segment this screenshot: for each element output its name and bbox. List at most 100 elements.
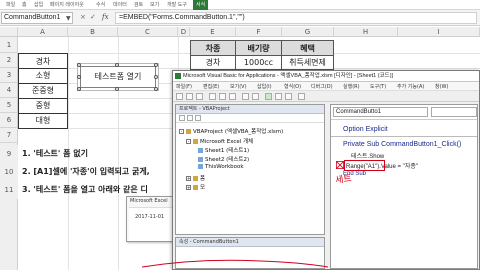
cell-a[interactable]: 소형 <box>18 69 68 84</box>
tab-data[interactable]: 데이터 <box>113 1 127 8</box>
menu-format[interactable]: 형식(O) <box>284 83 301 90</box>
toggle-folders-icon[interactable] <box>195 115 201 121</box>
expand-icon[interactable]: + <box>186 185 191 190</box>
row-header[interactable]: 1 <box>0 37 18 53</box>
column-header[interactable]: F <box>236 27 282 37</box>
column-header[interactable]: H <box>334 27 398 37</box>
row-header[interactable]: 10 <box>0 163 18 181</box>
paste-icon[interactable] <box>229 93 236 100</box>
table-header[interactable]: 차종 <box>190 40 236 56</box>
cancel-icon[interactable]: × <box>80 13 86 21</box>
collapse-icon[interactable]: - <box>186 139 191 144</box>
check-icon[interactable]: ✓ <box>90 13 96 21</box>
pause-icon[interactable] <box>275 93 282 100</box>
resize-handle[interactable] <box>77 87 81 91</box>
menu-tools[interactable]: 도구(T) <box>370 83 386 90</box>
column-header[interactable]: A <box>18 27 68 37</box>
row-header[interactable]: 4 <box>0 83 18 98</box>
tab-insert[interactable]: 삽입 <box>34 1 43 8</box>
column-header[interactable]: D <box>178 27 190 37</box>
collapse-icon[interactable]: - <box>179 129 184 134</box>
view-object-icon[interactable] <box>187 115 193 121</box>
tab-file[interactable]: 파일 <box>6 1 15 8</box>
folder-icon <box>193 139 198 144</box>
row-header[interactable]: 5 <box>0 98 18 113</box>
redo-icon[interactable] <box>252 93 259 100</box>
table-cell[interactable]: 1000cc <box>235 56 282 70</box>
resize-handle[interactable] <box>154 87 158 91</box>
column-header[interactable]: G <box>282 27 334 37</box>
tree-item-sheet1[interactable]: Sheet1 (테스트1) <box>198 146 249 154</box>
table-cell[interactable]: 취득세면제 <box>281 56 334 70</box>
stop-icon[interactable] <box>285 93 292 100</box>
tree-item-forms[interactable]: + 폼 <box>186 174 205 182</box>
resize-handle[interactable] <box>115 63 119 67</box>
function-icon[interactable]: fx <box>102 13 109 21</box>
cell-a[interactable]: 경차 <box>18 53 68 69</box>
tree-item-modules[interactable]: + 모 <box>186 183 205 191</box>
name-box[interactable]: CommandButton1 <box>1 12 73 24</box>
cell-a[interactable]: 대형 <box>18 114 68 129</box>
tab-developer[interactable]: 개발 도구 <box>167 1 187 8</box>
tree-item-workbook[interactable]: ThisWorkbook <box>198 164 244 170</box>
menu-run[interactable]: 실행(R) <box>343 83 360 90</box>
code-editor[interactable]: Option Explicit Private Sub CommandButto… <box>331 119 477 268</box>
insert-icon[interactable] <box>186 93 193 100</box>
row-header[interactable]: 11 <box>0 181 18 199</box>
resize-handle[interactable] <box>115 87 119 91</box>
row-header[interactable]: 9 <box>0 145 18 163</box>
table-header[interactable]: 혜택 <box>281 40 334 56</box>
vba-menu-bar: 파일(F) 편집(E) 보기(V) 삽입(I) 형식(O) 디버그(D) 실행(… <box>173 82 479 91</box>
menu-addins[interactable]: 추가 기능(A) <box>397 83 424 90</box>
instruction-line: 2. [A1]셀에 '자종'이 입력되고 굵게, <box>22 167 150 176</box>
menu-edit[interactable]: 편집(E) <box>203 83 219 90</box>
cell-a[interactable]: 준중형 <box>18 84 68 99</box>
row-header[interactable]: 2 <box>0 53 18 68</box>
column-header[interactable]: E <box>190 27 236 37</box>
row-header[interactable]: 7 <box>0 128 18 143</box>
menu-file[interactable]: 파일(F) <box>176 83 192 90</box>
object-combo[interactable]: CommandButto1 <box>333 107 428 117</box>
tree-item-sheet2[interactable]: Sheet2 (테스트2) <box>198 155 249 163</box>
resize-handle[interactable] <box>77 63 81 67</box>
resize-handle[interactable] <box>77 75 81 79</box>
chevron-down-icon[interactable]: ▼ <box>66 15 71 22</box>
tab-view[interactable]: 보기 <box>150 1 159 8</box>
undo-icon[interactable] <box>242 93 249 100</box>
excel-icon[interactable] <box>176 93 183 100</box>
design-mode-icon[interactable] <box>298 93 305 100</box>
open-test-form-button[interactable]: 테스트폼 열기 <box>80 66 156 88</box>
copy-icon[interactable] <box>219 93 226 100</box>
column-header[interactable]: B <box>68 27 118 37</box>
menu-debug[interactable]: 디버그(D) <box>311 83 333 90</box>
tree-item-folder[interactable]: - Microsoft Excel 개체 <box>186 137 253 145</box>
row-header[interactable]: 3 <box>0 68 18 83</box>
tab-home[interactable]: 홈 <box>22 1 27 8</box>
table-header[interactable]: 배기량 <box>235 40 282 56</box>
table-cell[interactable]: 경차 <box>190 56 236 70</box>
folder-icon <box>193 176 198 181</box>
cut-icon[interactable] <box>209 93 216 100</box>
menu-view[interactable]: 보기(V) <box>230 83 247 90</box>
tab-page-layout[interactable]: 페이지 레이아웃 <box>50 1 84 8</box>
tab-format[interactable]: 서식 <box>193 0 209 10</box>
select-all-corner[interactable] <box>0 27 18 37</box>
column-header[interactable]: I <box>398 27 480 37</box>
procedure-combo[interactable] <box>431 107 477 117</box>
tab-review[interactable]: 검토 <box>134 1 143 8</box>
cell-a[interactable]: 중형 <box>18 99 68 114</box>
column-header[interactable]: C <box>118 27 178 37</box>
save-icon[interactable] <box>196 93 203 100</box>
row-header[interactable]: 6 <box>0 113 18 128</box>
resize-handle[interactable] <box>154 75 158 79</box>
menu-window[interactable]: 창(W) <box>435 83 448 90</box>
formula-input[interactable]: =EMBED("Forms.CommandButton.1","") <box>115 12 477 24</box>
tree-item-project[interactable]: - VBAProject (엑셀VBA_폼작업.xlsm) <box>179 127 283 135</box>
tab-formulas[interactable]: 수식 <box>96 1 105 8</box>
resize-handle[interactable] <box>154 63 158 67</box>
expand-icon[interactable]: + <box>186 176 191 181</box>
vba-editor-title-text: Microsoft Visual Basic for Applications … <box>183 73 394 79</box>
view-code-icon[interactable] <box>179 115 185 121</box>
run-icon[interactable] <box>265 93 272 100</box>
menu-insert[interactable]: 삽입(I) <box>257 83 272 90</box>
